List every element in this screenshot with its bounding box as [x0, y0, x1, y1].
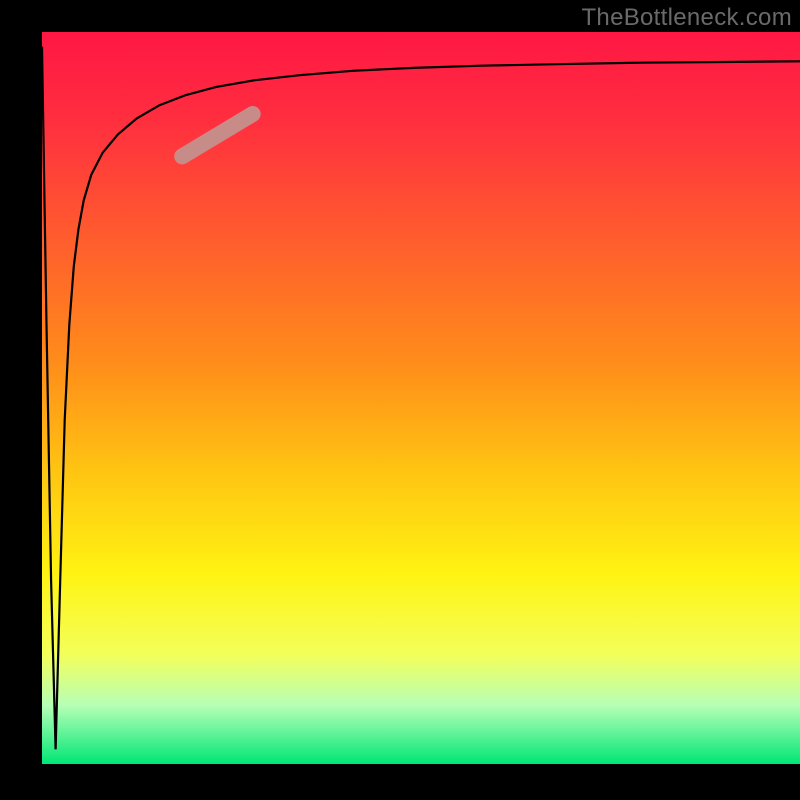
- watermark-text: TheBottleneck.com: [581, 4, 792, 32]
- chart-stage: TheBottleneck.com: [0, 0, 800, 800]
- plot-background: [42, 32, 800, 764]
- bottleneck-chart: [0, 0, 800, 800]
